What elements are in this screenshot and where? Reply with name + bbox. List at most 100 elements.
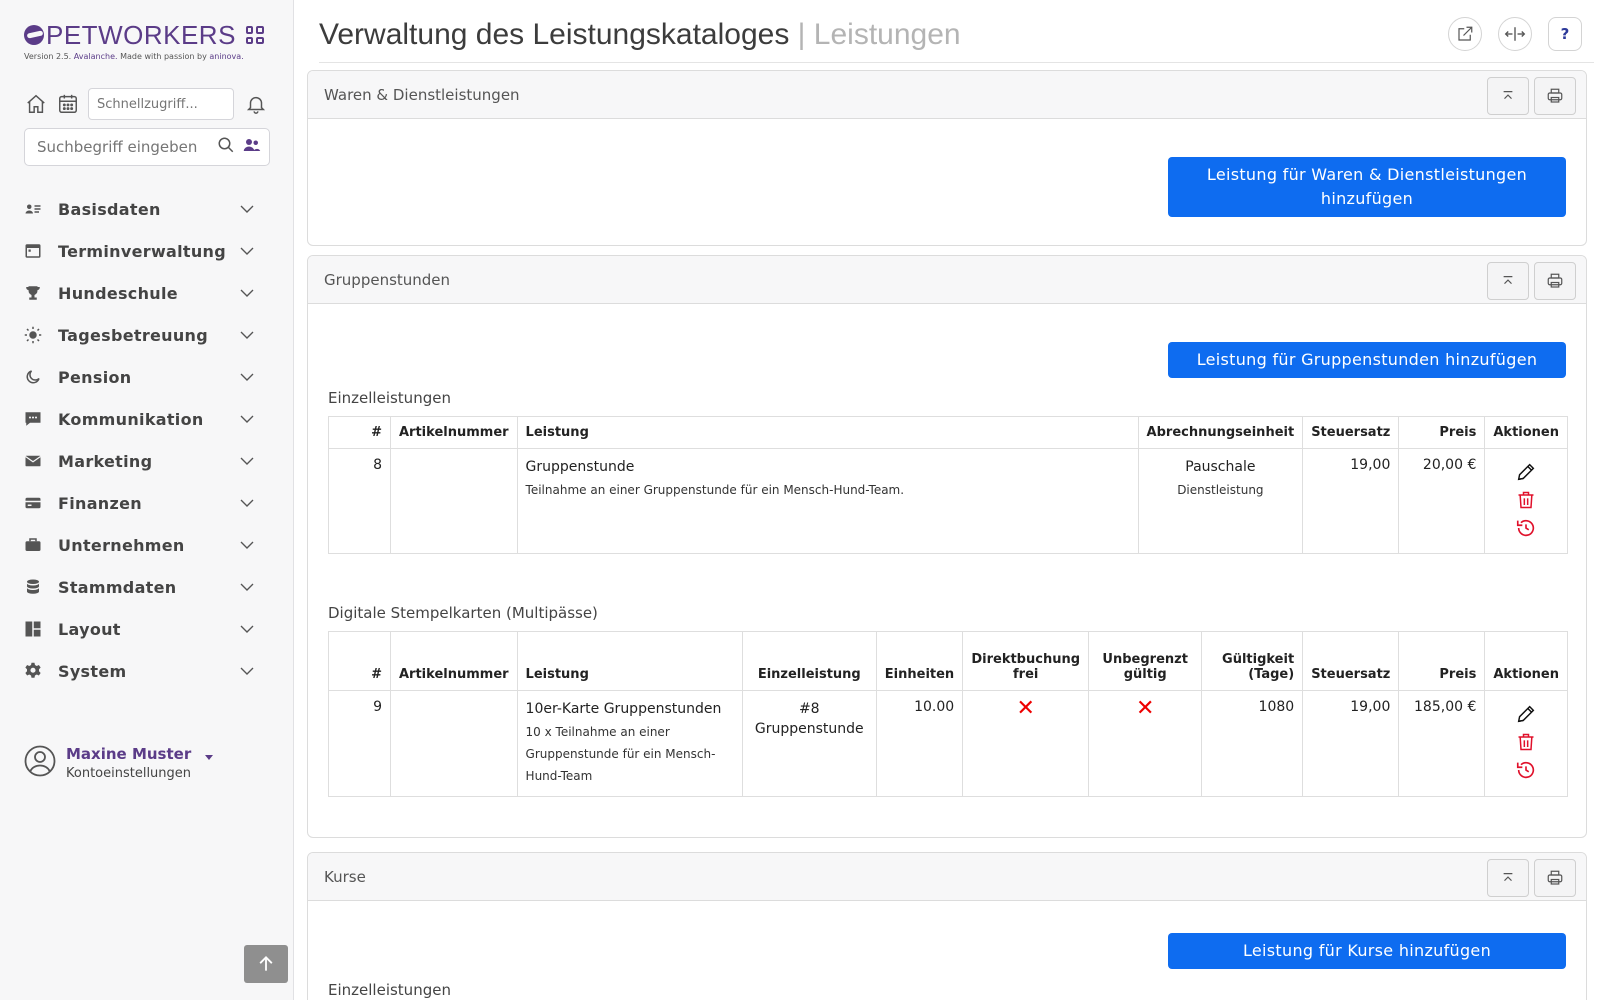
user-name[interactable]: Maxine Muster [66,745,191,763]
col-tax: Steuersatz [1302,631,1400,691]
cell-direct: ✕ [962,690,1090,797]
chevron-down-icon[interactable] [238,368,256,386]
print-button[interactable] [1534,77,1576,115]
chevron-down-icon[interactable] [238,410,256,428]
sidebar-item-marketing[interactable]: Marketing [24,440,256,482]
collapse-button[interactable] [1487,859,1529,897]
service-description: 10 x Teilnahme an einer Gruppenstunde fü… [525,725,716,783]
user-dropdown-caret-icon[interactable] [205,754,214,760]
cell-num: 8 [328,448,391,554]
search-icon[interactable] [217,136,235,158]
help-button[interactable]: ? [1548,17,1582,51]
sidebar-item-kommunikation[interactable]: Kommunikation [24,398,256,440]
delete-icon[interactable] [1516,489,1536,511]
external-link-button[interactable] [1448,17,1482,51]
version-info: Version 2.5. Avalanche. Made with passio… [24,52,244,61]
edit-icon[interactable] [1515,703,1537,725]
add-kurse-button[interactable]: Leistung für Kurse hinzufügen [1168,933,1566,969]
col-single: Einzelleistung [741,631,877,691]
chevron-down-icon[interactable] [238,200,256,218]
delete-icon[interactable] [1516,731,1536,753]
col-service: Leistung [516,416,1139,449]
service-description: Teilnahme an einer Gruppenstunde für ein… [525,483,905,497]
card-kurse: Kurse Leistung für Kurse hinzufügen Einz… [307,852,1587,1000]
printer-icon [1547,88,1563,103]
logo-text: PETWORKERS [46,20,236,50]
database-icon [24,578,42,596]
add-gruppenstunden-button[interactable]: Leistung für Gruppenstunden hinzufügen [1168,342,1566,378]
card-title: Gruppenstunden [324,270,451,289]
stempelkarten-table: # Artikelnummer Leistung Einzelleistung … [328,631,1568,797]
unit-type: Dienstleistung [1177,483,1264,497]
collapse-up-icon [1503,276,1513,285]
col-num: # [328,631,391,691]
add-waren-button[interactable]: Leistung für Waren & Dienstleistungen hi… [1168,157,1566,217]
print-button[interactable] [1534,859,1576,897]
bell-icon[interactable] [244,92,268,116]
petworkers-logo-icon [24,25,44,45]
user-menu[interactable]: Maxine Muster Kontoeinstellungen [24,745,214,781]
sidebar-item-label: Hundeschule [58,283,178,303]
sidebar-item-label: Terminverwaltung [58,241,226,261]
cell-actions [1484,690,1568,797]
sidebar-item-layout[interactable]: Layout [24,608,256,650]
cell-service: 10er-Karte Gruppenstunden 10 x Teilnahme… [516,690,743,797]
cell-unlimited: ✕ [1088,690,1203,797]
chevron-down-icon[interactable] [238,662,256,680]
chevron-down-icon[interactable] [238,536,256,554]
card-waren-dienstleistungen: Waren & Dienstleistungen Leistung für Wa… [307,70,1587,246]
sidebar-item-label: Marketing [58,451,153,471]
sidebar-item-tagesbetreuung[interactable]: Tagesbetreuung [24,314,256,356]
chevron-down-icon[interactable] [238,452,256,470]
history-icon[interactable] [1515,517,1537,539]
cell-validity: 1080 [1201,690,1304,797]
edit-icon[interactable] [1515,461,1537,483]
chevron-down-icon[interactable] [238,620,256,638]
col-service: Leistung [516,631,743,691]
section-label-einzelleistungen: Einzelleistungen [328,981,451,999]
trophy-icon [24,284,42,302]
apps-grid-icon[interactable] [245,26,264,44]
sidebar-item-stammdaten[interactable]: Stammdaten [24,566,256,608]
calendar-icon[interactable] [56,92,80,116]
section-label-stempelkarten: Digitale Stempelkarten (Multipässe) [328,604,598,622]
logo[interactable]: PETWORKERS [24,20,264,50]
chevron-down-icon[interactable] [238,242,256,260]
account-settings-link[interactable]: Kontoeinstellungen [66,766,191,781]
page-title: Verwaltung des Leistungskataloges | Leis… [319,18,961,51]
expand-horizontal-icon [1504,27,1526,41]
chevron-down-icon[interactable] [238,326,256,344]
collapse-button[interactable] [1487,262,1529,300]
expand-width-button[interactable] [1498,17,1532,51]
chevron-down-icon[interactable] [238,494,256,512]
users-icon[interactable] [243,136,261,158]
cell-num: 9 [328,690,391,797]
main-content: Verwaltung des Leistungskataloges | Leis… [295,0,1600,1000]
cell-article [390,690,518,797]
sidebar-item-pension[interactable]: Pension [24,356,256,398]
printer-icon [1547,273,1563,288]
print-button[interactable] [1534,262,1576,300]
cross-icon: ✕ [1016,696,1035,721]
sidebar-item-hundeschule[interactable]: Hundeschule [24,272,256,314]
einzelleistungen-table: # Artikelnummer Leistung Abrechnungseinh… [328,416,1568,554]
scroll-to-top-button[interactable] [244,945,288,983]
sidebar-item-finanzen[interactable]: Finanzen [24,482,256,524]
sidebar-item-basisdaten[interactable]: Basisdaten [24,188,256,230]
quick-access-input[interactable] [88,88,234,120]
calendar-icon [24,242,42,260]
envelope-icon [24,452,42,470]
service-name: 10er-Karte Gruppenstunden [525,701,722,717]
home-icon[interactable] [24,92,48,116]
chevron-down-icon[interactable] [238,284,256,302]
sidebar: PETWORKERS Version 2.5. Avalanche. Made … [0,0,294,1000]
sidebar-item-terminverwaltung[interactable]: Terminverwaltung [24,230,256,272]
collapse-button[interactable] [1487,77,1529,115]
sidebar-item-system[interactable]: System [24,650,256,692]
chevron-down-icon[interactable] [238,578,256,596]
search-input[interactable] [37,138,213,156]
history-icon[interactable] [1515,759,1537,781]
avatar-icon [24,745,56,781]
sidebar-item-unternehmen[interactable]: Unternehmen [24,524,256,566]
col-direct: Direktbuchung frei [962,631,1090,691]
